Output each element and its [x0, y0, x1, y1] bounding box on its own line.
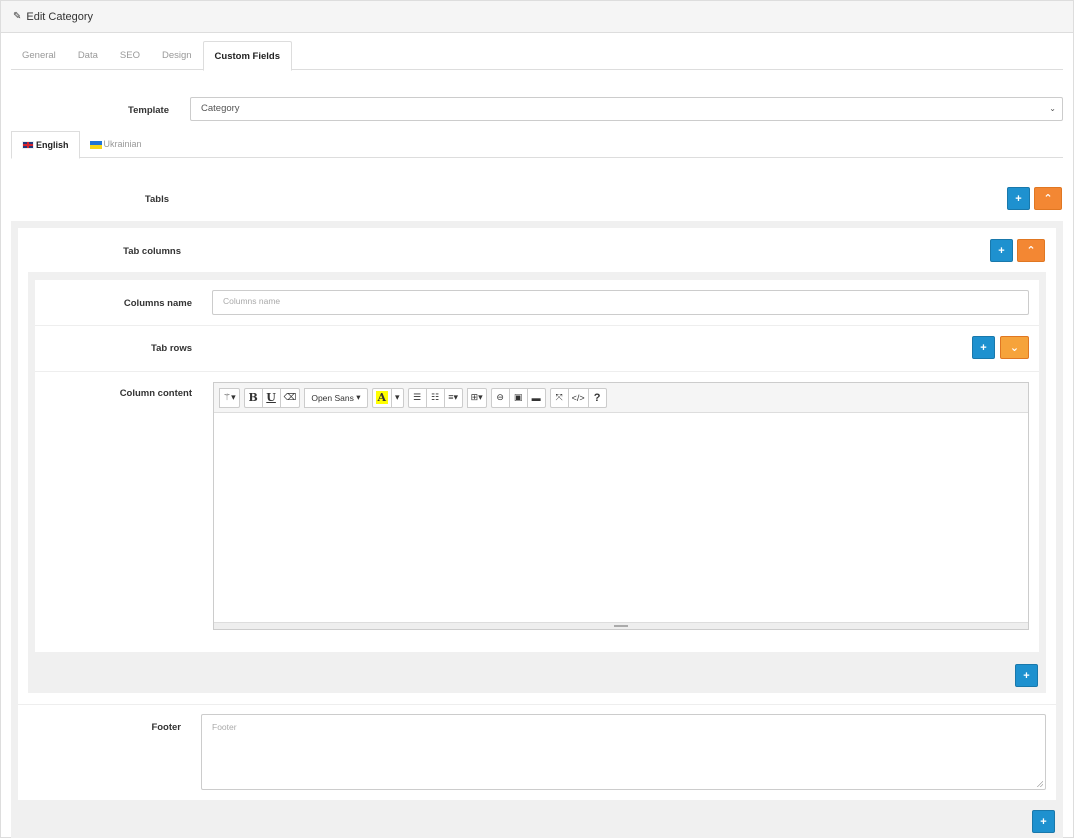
add-column-button[interactable]: + — [1015, 664, 1038, 687]
video-icon: ▬ — [531, 392, 541, 403]
editor-toolbar: ⚚▾ B U ⌫ Open Sans ▾ A ▾ ☰ ☷ ≡▾ ⊞▾ ⊖ ▣ ▬… — [214, 383, 1028, 413]
magic-wand-icon: ⚚▾ — [223, 392, 236, 402]
table-button[interactable]: ⊞▾ — [466, 387, 487, 408]
align-left-icon: ≡▾ — [448, 392, 458, 402]
pencil-icon: ✎ — [13, 11, 22, 22]
columns-name-label: Columns name — [123, 298, 192, 309]
unordered-list-button[interactable]: ☰ — [407, 387, 427, 408]
lang-ukrainian-label: Ukrainian — [103, 139, 142, 149]
collapse-tabls-button[interactable]: ⌃ — [1034, 187, 1062, 210]
ordered-list-button[interactable]: ☷ — [425, 387, 445, 408]
panel-heading: ✎ Edit Category — [1, 1, 1073, 33]
help-button[interactable]: ? — [587, 387, 607, 408]
chevron-down-icon: ⌄ — [1049, 104, 1056, 113]
tab-seo[interactable]: SEO — [109, 41, 151, 70]
add-tab-row-button[interactable]: + — [972, 336, 995, 359]
list-ul-icon: ☰ — [413, 392, 422, 402]
footer-textarea[interactable]: Footer — [201, 714, 1046, 790]
columns-name-input[interactable]: Columns name — [212, 290, 1029, 315]
template-select[interactable]: Category ⌄ — [190, 97, 1063, 121]
code-icon: </> — [571, 392, 585, 403]
footer-label: Footer — [151, 722, 181, 733]
template-value: Category — [201, 103, 240, 114]
tab-lang-ukrainian[interactable]: Ukrainian — [80, 131, 152, 158]
link-button[interactable]: ⊖ — [490, 387, 510, 408]
chevron-up-icon: ⌃ — [1026, 245, 1036, 257]
bold-button[interactable]: B — [243, 387, 263, 408]
expand-tab-rows-button[interactable]: ⌄ — [1000, 336, 1029, 359]
link-icon: ⊖ — [496, 392, 504, 402]
tab-custom-fields[interactable]: Custom Fields — [202, 41, 292, 71]
resize-handle-icon[interactable] — [1037, 781, 1043, 787]
column-content-label: Column content — [119, 388, 192, 399]
tab-lang-english[interactable]: English — [11, 131, 80, 159]
add-tab-button[interactable]: + — [1032, 810, 1055, 833]
picture-button[interactable]: ▣ — [508, 387, 528, 408]
highlight-a-icon: A — [375, 391, 389, 404]
video-button[interactable]: ▬ — [526, 387, 546, 408]
resize-grip-icon — [614, 625, 628, 627]
main-tabs: General Data SEO Design Custom Fields — [11, 41, 1063, 71]
font-family-dropdown[interactable]: Open Sans ▾ — [304, 387, 368, 408]
edit-category-panel: ✎ Edit Category General Data SEO Design … — [0, 0, 1074, 838]
collapse-tab-columns-button[interactable]: ⌃ — [1017, 239, 1045, 262]
rich-text-editor: ⚚▾ B U ⌫ Open Sans ▾ A ▾ ☰ ☷ ≡▾ ⊞▾ ⊖ ▣ ▬… — [213, 382, 1029, 630]
panel-title: Edit Category — [26, 10, 94, 23]
footer-placeholder: Footer — [212, 722, 237, 732]
divider — [35, 371, 1039, 372]
image-icon: ▣ — [513, 392, 523, 402]
table-icon: ⊞▾ — [470, 392, 483, 402]
template-label: Template — [127, 105, 169, 116]
language-tabs: English Ukrainian — [11, 131, 1063, 159]
editor-resize-bar[interactable] — [214, 622, 1028, 629]
font-family-value: Open Sans — [311, 392, 354, 403]
paragraph-align-dropdown[interactable]: ≡▾ — [443, 387, 463, 408]
ua-flag-icon — [89, 140, 102, 149]
eraser-icon: ⌫ — [283, 392, 297, 402]
eraser-button[interactable]: ⌫ — [279, 387, 301, 408]
add-tabl-button[interactable]: + — [1007, 187, 1030, 210]
caret-down-icon: ▾ — [395, 392, 400, 402]
uk-flag-icon — [22, 141, 34, 149]
magic-wand-style-button[interactable]: ⚚▾ — [219, 387, 240, 408]
underline-button[interactable]: U — [261, 387, 281, 408]
list-ol-icon: ☷ — [431, 392, 440, 402]
chevron-down-icon: ⌄ — [1009, 342, 1020, 354]
chevron-up-icon: ⌃ — [1043, 193, 1053, 205]
tab-general[interactable]: General — [11, 41, 67, 70]
highlight-color-dropdown[interactable]: ▾ — [391, 387, 404, 408]
expand-icon: ⤧ — [555, 392, 563, 402]
add-tab-column-button[interactable]: + — [990, 239, 1013, 262]
divider — [35, 325, 1039, 326]
tab-rows-label: Tab rows — [151, 343, 192, 354]
editor-content-area[interactable] — [214, 413, 1028, 623]
tab-design[interactable]: Design — [151, 41, 203, 70]
tab-data[interactable]: Data — [67, 41, 109, 70]
lang-english-label: English — [36, 139, 69, 150]
fullscreen-button[interactable]: ⤧ — [549, 387, 569, 408]
code-view-button[interactable]: </> — [567, 387, 589, 408]
tabls-label: Tabls — [144, 194, 169, 205]
highlight-color-button[interactable]: A — [371, 387, 393, 408]
tab-columns-label: Tab columns — [123, 246, 181, 257]
divider — [18, 704, 1056, 705]
